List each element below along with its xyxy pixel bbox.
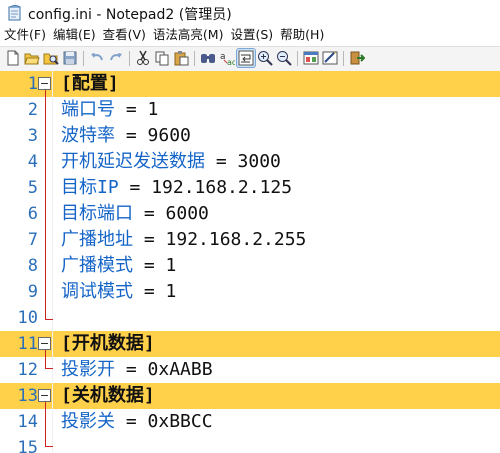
editor-line: 10 — [0, 305, 500, 331]
config-key: 广播地址 — [61, 229, 133, 250]
editor-line: 6 目标端口 = 6000 — [0, 201, 500, 227]
zoom-out-icon[interactable] — [275, 49, 293, 67]
config-value: 192.168.2.255 — [165, 229, 307, 250]
new-icon[interactable] — [4, 49, 22, 67]
editor[interactable]: 1 [配置] 2 端口号 = 1 3 波特率 = 9600 4 开机延迟发送数据… — [0, 71, 500, 453]
config-value: 0xBBCC — [147, 411, 213, 432]
config-value: 192.168.2.125 — [151, 177, 293, 198]
config-key: 投影开 — [61, 359, 115, 380]
editor-line: 1 [配置] — [0, 71, 500, 97]
title-bar: config.ini - Notepad2 (管理员) — [0, 0, 500, 25]
menu-bar: 文件(F) 编辑(E) 查看(V) 语法高亮(M) 设置(S) 帮助(H) — [0, 25, 500, 45]
config-value: 1 — [165, 255, 177, 276]
editor-line: 15 — [0, 435, 500, 453]
config-key: 广播模式 — [61, 255, 133, 276]
cut-icon[interactable] — [134, 49, 152, 67]
line-number: 14 — [17, 412, 38, 432]
config-key: 投影关 — [61, 411, 115, 432]
menu-edit[interactable]: 编辑(E) — [49, 25, 99, 45]
menu-syntax[interactable]: 语法高亮(M) — [149, 25, 227, 45]
editor-line: 12 投影开 = 0xAABB — [0, 357, 500, 383]
undo-icon[interactable] — [88, 49, 106, 67]
config-value: 9600 — [147, 125, 191, 146]
config-value: 3000 — [237, 151, 281, 172]
save-icon[interactable] — [61, 49, 79, 67]
browse-icon[interactable] — [42, 49, 60, 67]
editor-line: 2 端口号 = 1 — [0, 97, 500, 123]
editor-line: 9 调试模式 = 1 — [0, 279, 500, 305]
replace-icon[interactable]: a ac — [218, 49, 236, 67]
line-number: 11 — [17, 334, 38, 354]
line-number: 2 — [27, 100, 38, 120]
window-title: config.ini - Notepad2 (管理员) — [28, 7, 232, 23]
svg-text:ac: ac — [227, 58, 235, 66]
line-number: 15 — [17, 438, 38, 453]
exit-icon[interactable] — [348, 49, 366, 67]
editor-line: 5 目标IP = 192.168.2.125 — [0, 175, 500, 201]
editor-line: 14 投影关 = 0xBBCC — [0, 409, 500, 435]
menu-settings[interactable]: 设置(S) — [226, 25, 276, 45]
settings-icon[interactable] — [321, 49, 339, 67]
open-icon[interactable] — [23, 49, 41, 67]
editor-line: 4 开机延迟发送数据 = 3000 — [0, 149, 500, 175]
line-number: 4 — [27, 152, 38, 172]
copy-icon[interactable] — [153, 49, 171, 67]
word-wrap-icon[interactable] — [236, 48, 256, 68]
line-number: 13 — [17, 386, 38, 406]
section-header: [开机数据] — [61, 333, 155, 354]
config-key: 目标端口 — [61, 203, 133, 224]
config-key: 目标IP — [61, 177, 119, 198]
line-number: 10 — [17, 308, 38, 328]
config-value: 1 — [165, 281, 177, 302]
config-key: 波特率 — [61, 125, 115, 146]
config-value: 6000 — [165, 203, 209, 224]
toolbar: a ac — [0, 46, 500, 72]
editor-line: 7 广播地址 = 192.168.2.255 — [0, 227, 500, 253]
notepad-icon — [8, 5, 21, 21]
editor-line: 11 [开机数据] — [0, 331, 500, 357]
editor-line: 3 波特率 = 9600 — [0, 123, 500, 149]
line-number: 9 — [27, 282, 38, 302]
config-value: 0xAABB — [147, 359, 213, 380]
config-key: 调试模式 — [61, 281, 133, 302]
editor-line: 8 广播模式 = 1 — [0, 253, 500, 279]
line-number: 8 — [27, 256, 38, 276]
menu-view[interactable]: 查看(V) — [99, 25, 149, 45]
find-icon[interactable] — [199, 49, 217, 67]
paste-icon[interactable] — [172, 49, 190, 67]
config-key: 端口号 — [61, 99, 115, 120]
line-number: 3 — [27, 126, 38, 146]
redo-icon[interactable] — [107, 49, 125, 67]
section-header: [关机数据] — [61, 385, 155, 406]
editor-line: 13 [关机数据] — [0, 383, 500, 409]
line-number: 6 — [27, 204, 38, 224]
line-number: 12 — [17, 360, 38, 380]
line-number: 7 — [27, 230, 38, 250]
zoom-in-icon[interactable] — [256, 49, 274, 67]
line-number: 5 — [27, 178, 38, 198]
config-key: 开机延迟发送数据 — [61, 151, 205, 172]
menu-file[interactable]: 文件(F) — [0, 25, 49, 45]
section-header: [配置] — [61, 73, 119, 94]
line-number: 1 — [27, 74, 38, 94]
config-value: 1 — [147, 99, 159, 120]
scheme-icon[interactable] — [302, 49, 320, 67]
menu-help[interactable]: 帮助(H) — [276, 25, 327, 45]
